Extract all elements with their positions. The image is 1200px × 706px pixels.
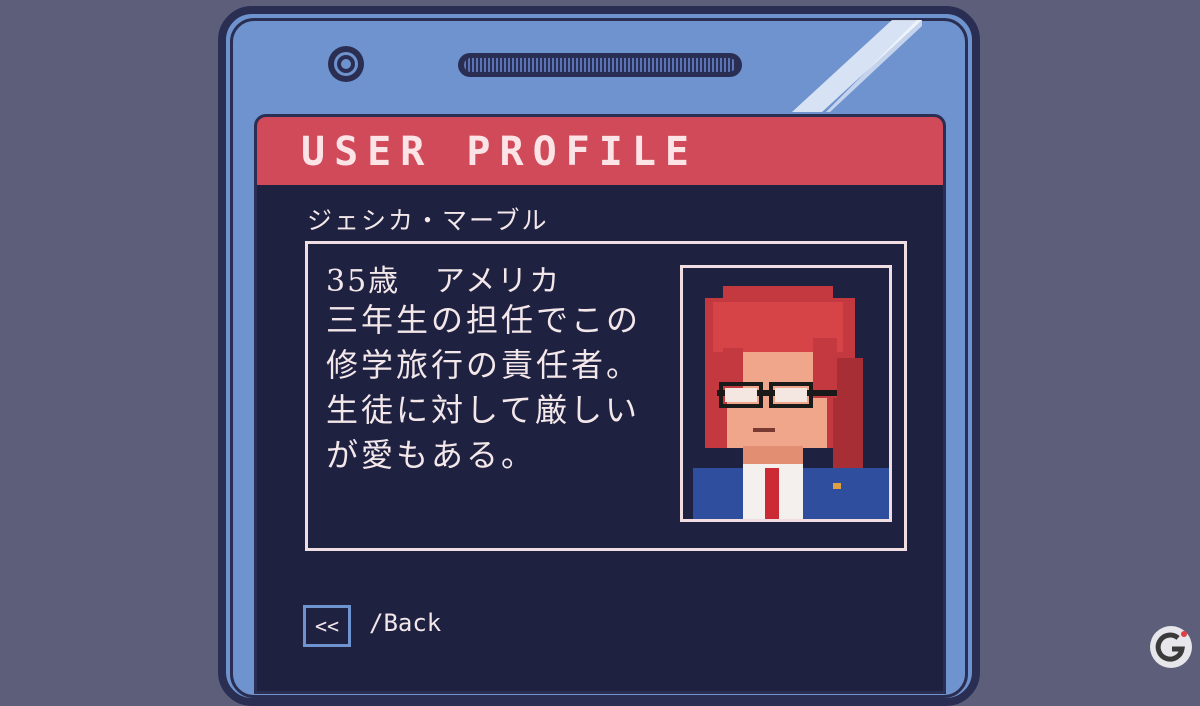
portrait-image: [683, 268, 889, 519]
profile-age: 35歳: [326, 264, 401, 299]
profile-description: 三年生の担任でこの 修学旅行の責任者。 生徒に対して厳しい が愛もある。: [326, 298, 641, 478]
description-line: が愛もある。: [326, 436, 537, 474]
character-portrait: [680, 265, 892, 522]
phone-speaker: [458, 53, 742, 77]
profile-country: アメリカ: [434, 264, 562, 299]
profile-card: 35歳 アメリカ 三年生の担任でこの 修学旅行の責任者。 生徒に対して厳しい が…: [305, 241, 907, 551]
profile-screen: USER PROFILE ジェシカ・マーブル 35歳 アメリカ 三年生の担任でこ…: [254, 114, 946, 694]
description-line: 生徒に対して厳しい: [326, 391, 641, 429]
back-label[interactable]: /Back: [369, 609, 441, 637]
back-button[interactable]: <<: [303, 605, 351, 647]
profile-name: ジェシカ・マーブル: [307, 206, 549, 235]
camera-icon: [328, 46, 364, 82]
page-title: USER PROFILE: [301, 129, 698, 175]
description-line: 三年生の担任でこの: [326, 301, 642, 339]
profile-meta: 35歳 アメリカ: [326, 256, 561, 300]
rewind-icon: <<: [314, 614, 340, 638]
screen-glare: [792, 20, 922, 112]
header-bar: USER PROFILE: [257, 117, 943, 185]
gamer-logo-icon: [1150, 626, 1192, 668]
description-line: 修学旅行の責任者。: [326, 346, 642, 384]
